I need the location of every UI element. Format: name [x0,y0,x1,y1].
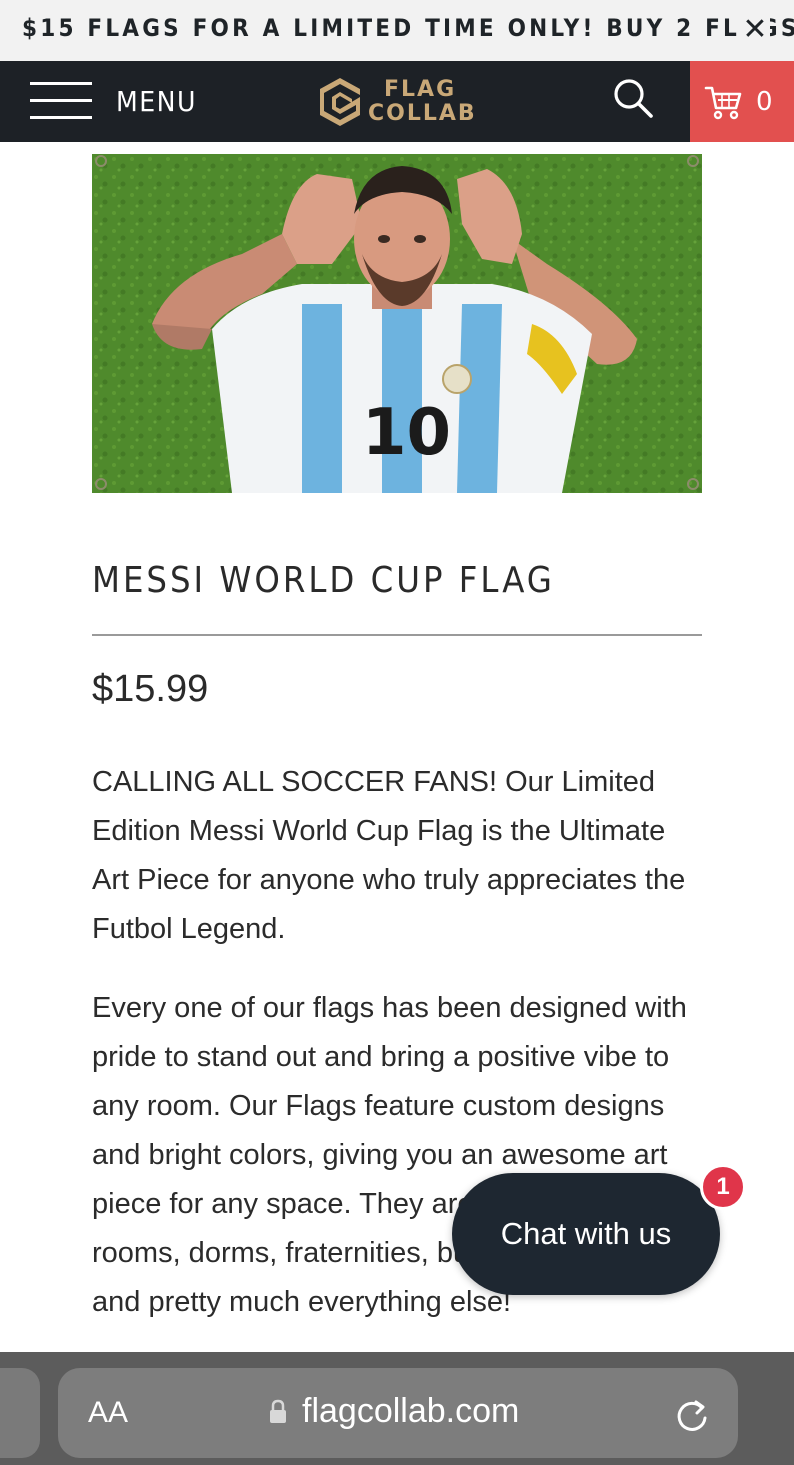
reload-icon[interactable] [672,1394,712,1434]
url-text: flagcollab.com [302,1392,520,1430]
announcement-bar: $15 FLAGS FOR A LIMITED TIME ONLY! BUY 2… [0,0,794,61]
product-title: MESSI WORLD CUP FLAG [92,560,555,601]
product-image[interactable]: 10 [92,154,702,493]
browser-toolbar: AA flagcollab.com [0,1352,794,1465]
site-header: MENU FLAG COLLAB [0,61,794,142]
lock-icon [270,1399,286,1423]
chat-notification-badge: 1 [700,1164,746,1210]
menu-button[interactable]: MENU [30,80,197,122]
address-bar[interactable]: AA flagcollab.com [58,1368,738,1458]
messi-photo: 10 [92,154,702,493]
site-logo[interactable]: FLAG COLLAB [316,73,486,131]
search-icon[interactable] [612,77,654,119]
cart-button[interactable]: 0 [690,61,794,142]
previous-tab[interactable] [0,1368,40,1458]
logo-line1: FLAG [384,77,457,102]
logo-mark-icon [320,78,360,126]
chat-button[interactable]: Chat with us [452,1173,720,1295]
cart-icon [704,86,742,119]
description-paragraph: CALLING ALL SOCCER FANS! Our Limited Edi… [92,766,686,945]
title-divider [92,634,702,636]
jersey-number: 10 [362,396,451,470]
close-icon[interactable]: ✕ [740,12,770,48]
reader-settings-button[interactable]: AA [88,1396,128,1430]
menu-label: MENU [116,84,197,118]
logo-line2: COLLAB [368,101,477,126]
hamburger-icon [30,80,92,122]
chat-label: Chat with us [500,1216,672,1251]
cart-count: 0 [756,86,773,117]
product-price: $15.99 [92,668,209,710]
announcement-text: $15 FLAGS FOR A LIMITED TIME ONLY! BUY 2… [22,14,794,42]
